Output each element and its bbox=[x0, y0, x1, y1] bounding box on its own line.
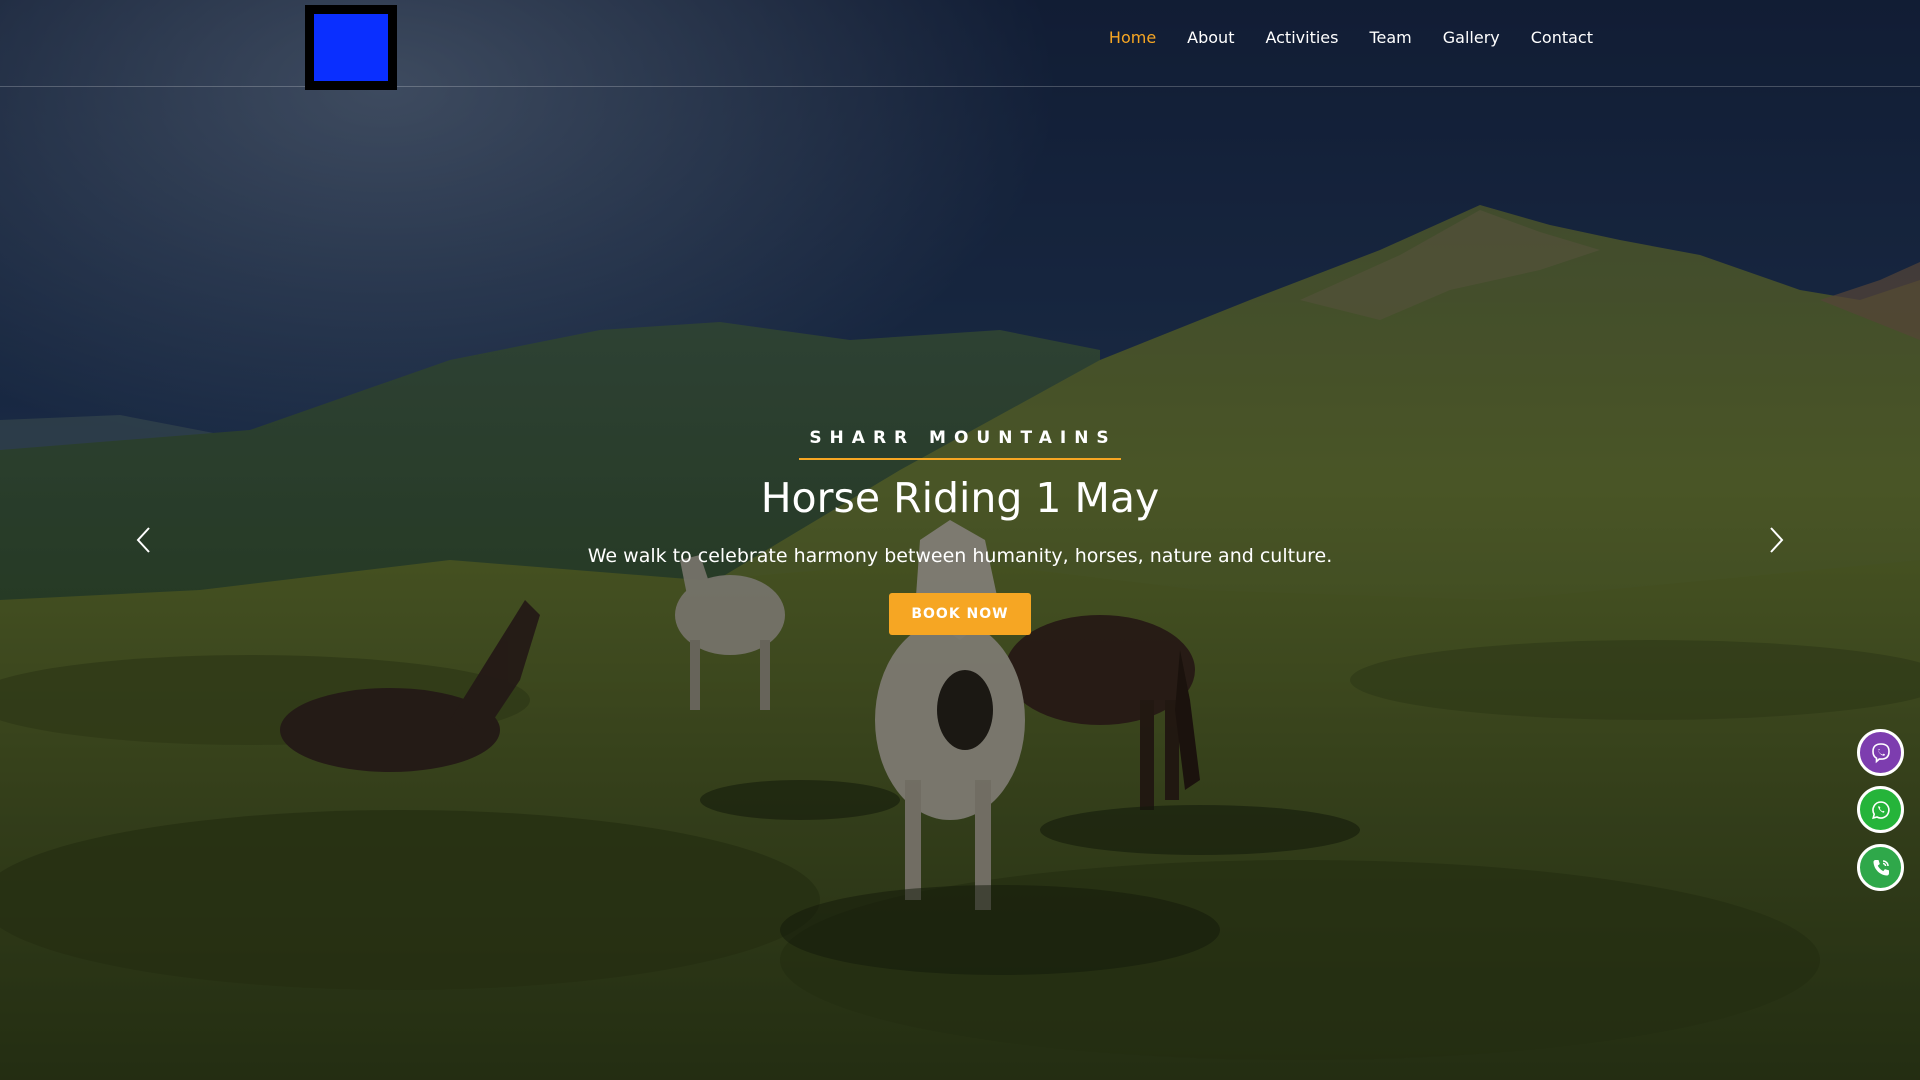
whatsapp-icon bbox=[1871, 800, 1890, 819]
site-header: Home About Activities Team Gallery Conta… bbox=[0, 0, 1920, 90]
book-now-button[interactable]: BOOK NOW bbox=[889, 593, 1031, 636]
viber-icon bbox=[1871, 742, 1890, 763]
hero-eyebrow: SHARR MOUNTAINS bbox=[799, 428, 1121, 460]
nav-about-link[interactable]: About bbox=[1187, 28, 1234, 47]
chevron-right-icon bbox=[1770, 527, 1784, 553]
nav-home-link[interactable]: Home bbox=[1109, 28, 1156, 47]
page: Home About Activities Team Gallery Conta… bbox=[0, 0, 1920, 1080]
nav-activities-link[interactable]: Activities bbox=[1265, 28, 1338, 47]
nav-gallery-link[interactable]: Gallery bbox=[1443, 28, 1500, 47]
phone-icon bbox=[1872, 859, 1889, 876]
hero-title: Horse Riding 1 May bbox=[760, 474, 1160, 522]
viber-contact-button[interactable] bbox=[1857, 729, 1904, 776]
hero-slide-content: SHARR MOUNTAINS Horse Riding 1 May We wa… bbox=[0, 428, 1920, 636]
site-logo[interactable] bbox=[305, 5, 397, 90]
chevron-left-icon bbox=[136, 527, 150, 553]
hero-subtitle: We walk to celebrate harmony between hum… bbox=[587, 545, 1333, 568]
carousel-prev-button[interactable] bbox=[129, 522, 159, 558]
nav-contact-link[interactable]: Contact bbox=[1531, 28, 1593, 47]
phone-contact-button[interactable] bbox=[1857, 844, 1904, 891]
carousel-next-button[interactable] bbox=[1761, 522, 1791, 558]
nav-team-link[interactable]: Team bbox=[1369, 28, 1411, 47]
logo-mark bbox=[314, 14, 388, 81]
whatsapp-contact-button[interactable] bbox=[1857, 786, 1904, 833]
main-nav: Home About Activities Team Gallery Conta… bbox=[1109, 28, 1593, 47]
